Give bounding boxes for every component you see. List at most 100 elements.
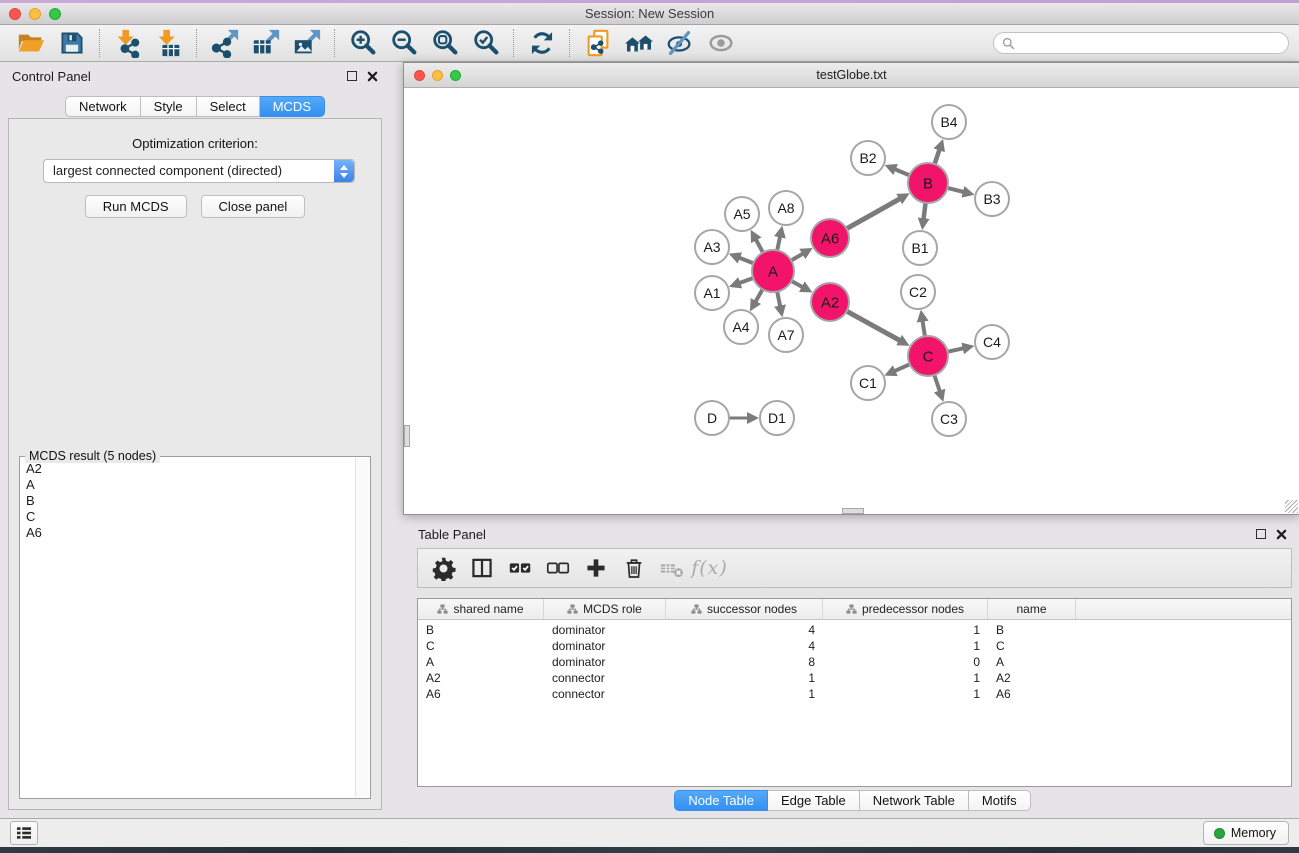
control-tab-select[interactable]: Select [197, 96, 260, 117]
table-cell[interactable]: 1 [823, 671, 988, 685]
graph-node-A1[interactable]: A1 [695, 276, 729, 310]
open-file-button[interactable] [10, 27, 51, 59]
graph-node-B1[interactable]: B1 [903, 231, 937, 265]
graph-node-B4[interactable]: B4 [932, 105, 966, 139]
control-tab-style[interactable]: Style [141, 96, 197, 117]
memory-button[interactable]: Memory [1203, 821, 1289, 845]
table-cell[interactable]: C [988, 639, 1076, 653]
table-cell[interactable]: 1 [823, 623, 988, 637]
search-box[interactable] [993, 32, 1289, 54]
graph-node-C[interactable]: C [908, 336, 948, 376]
table-row[interactable]: A2connector11A2 [418, 670, 1291, 686]
mcds-result-item[interactable]: B [26, 493, 353, 509]
table-row[interactable]: Adominator80A [418, 654, 1291, 670]
window-resize-handle-left[interactable] [404, 425, 410, 447]
table-cell[interactable]: connector [544, 671, 666, 685]
table-cell[interactable]: 0 [823, 655, 988, 669]
table-cell[interactable]: 1 [666, 671, 823, 685]
table-cell[interactable]: A6 [418, 687, 544, 701]
table-cell[interactable]: B [418, 623, 544, 637]
table-row[interactable]: Bdominator41B [418, 622, 1291, 638]
graph-node-C4[interactable]: C4 [975, 325, 1009, 359]
toggle-column-view-button[interactable] [464, 552, 499, 584]
graph-node-C2[interactable]: C2 [901, 275, 935, 309]
export-table-button[interactable] [245, 27, 286, 59]
deselect-all-rows-button[interactable] [540, 552, 575, 584]
search-input[interactable] [1020, 36, 1280, 50]
control-tab-network[interactable]: Network [65, 96, 141, 117]
graph-node-A4[interactable]: A4 [724, 310, 758, 344]
graph-node-D[interactable]: D [695, 401, 729, 435]
network-close-button[interactable] [414, 70, 425, 81]
table-tab-edge-table[interactable]: Edge Table [768, 790, 860, 811]
close-window-button[interactable] [9, 8, 21, 20]
graph-node-A7[interactable]: A7 [769, 318, 803, 352]
table-cell[interactable]: A2 [418, 671, 544, 685]
table-cell[interactable]: A [988, 655, 1076, 669]
mcds-result-item[interactable]: A [26, 477, 353, 493]
clone-network-button[interactable] [577, 27, 618, 59]
column-header-MCDS-role[interactable]: MCDS role [544, 599, 666, 619]
table-cell[interactable]: dominator [544, 623, 666, 637]
graph-node-A5[interactable]: A5 [725, 197, 759, 231]
table-settings-button[interactable] [426, 552, 461, 584]
network-canvas[interactable]: B4B2BB3A5A8A6A3B1AA1C2A2A4A7C4CC1C3DD1 [404, 89, 1299, 514]
table-cell[interactable]: C [418, 639, 544, 653]
table-cell[interactable]: A6 [988, 687, 1076, 701]
network-window-titlebar[interactable]: testGlobe.txt [404, 63, 1299, 88]
column-header-name[interactable]: name [988, 599, 1076, 619]
table-row[interactable]: Cdominator41C [418, 638, 1291, 654]
graph-node-B2[interactable]: B2 [851, 141, 885, 175]
graph-node-B[interactable]: B [908, 163, 948, 203]
table-cell[interactable]: 4 [666, 639, 823, 653]
delete-column-button[interactable] [616, 552, 651, 584]
hide-selected-button[interactable] [659, 27, 700, 59]
float-panel-icon[interactable] [347, 71, 357, 81]
result-scrollbar[interactable] [355, 458, 369, 797]
table-row[interactable]: A6connector11A6 [418, 686, 1291, 702]
import-network-button[interactable] [107, 27, 148, 59]
zoom-in-button[interactable] [342, 27, 383, 59]
table-cell[interactable]: connector [544, 687, 666, 701]
export-network-button[interactable] [204, 27, 245, 59]
maximize-window-button[interactable] [49, 8, 61, 20]
table-tab-network-table[interactable]: Network Table [860, 790, 969, 811]
graph-node-D1[interactable]: D1 [760, 401, 794, 435]
zoom-out-button[interactable] [383, 27, 424, 59]
select-all-rows-button[interactable] [502, 552, 537, 584]
mcds-result-item[interactable]: A6 [26, 525, 353, 541]
column-header-successor-nodes[interactable]: successor nodes [666, 599, 823, 619]
table-cell[interactable]: A2 [988, 671, 1076, 685]
table-cell[interactable]: 1 [823, 639, 988, 653]
minimize-window-button[interactable] [29, 8, 41, 20]
zoom-selected-button[interactable] [465, 27, 506, 59]
run-mcds-button[interactable]: Run MCDS [85, 195, 187, 218]
table-cell[interactable]: A [418, 655, 544, 669]
graph-node-C1[interactable]: C1 [851, 366, 885, 400]
task-history-button[interactable] [10, 821, 38, 845]
table-cell[interactable]: B [988, 623, 1076, 637]
table-cell[interactable]: 1 [823, 687, 988, 701]
window-resize-handle-bottom[interactable] [842, 508, 864, 514]
graph-node-B3[interactable]: B3 [975, 182, 1009, 216]
export-image-button[interactable] [286, 27, 327, 59]
zoom-fit-button[interactable] [424, 27, 465, 59]
column-header-shared-name[interactable]: shared name [418, 599, 544, 619]
graph-node-A6[interactable]: A6 [811, 219, 849, 257]
table-cell[interactable]: 8 [666, 655, 823, 669]
control-tab-mcds[interactable]: MCDS [260, 96, 325, 117]
table-tab-motifs[interactable]: Motifs [969, 790, 1031, 811]
close-panel-icon[interactable] [367, 71, 378, 82]
add-column-button[interactable] [578, 552, 613, 584]
window-resize-grip[interactable] [1285, 500, 1298, 513]
import-table-button[interactable] [148, 27, 189, 59]
mcds-result-item[interactable]: A2 [26, 461, 353, 477]
mcds-result-item[interactable]: C [26, 509, 353, 525]
table-cell[interactable]: 4 [666, 623, 823, 637]
table-cell[interactable]: dominator [544, 655, 666, 669]
criterion-select[interactable]: largest connected component (directed) [43, 159, 355, 183]
float-table-panel-icon[interactable] [1256, 529, 1266, 539]
graph-node-A[interactable]: A [752, 250, 794, 292]
table-tab-node-table[interactable]: Node Table [674, 790, 768, 811]
graph-node-C3[interactable]: C3 [932, 402, 966, 436]
